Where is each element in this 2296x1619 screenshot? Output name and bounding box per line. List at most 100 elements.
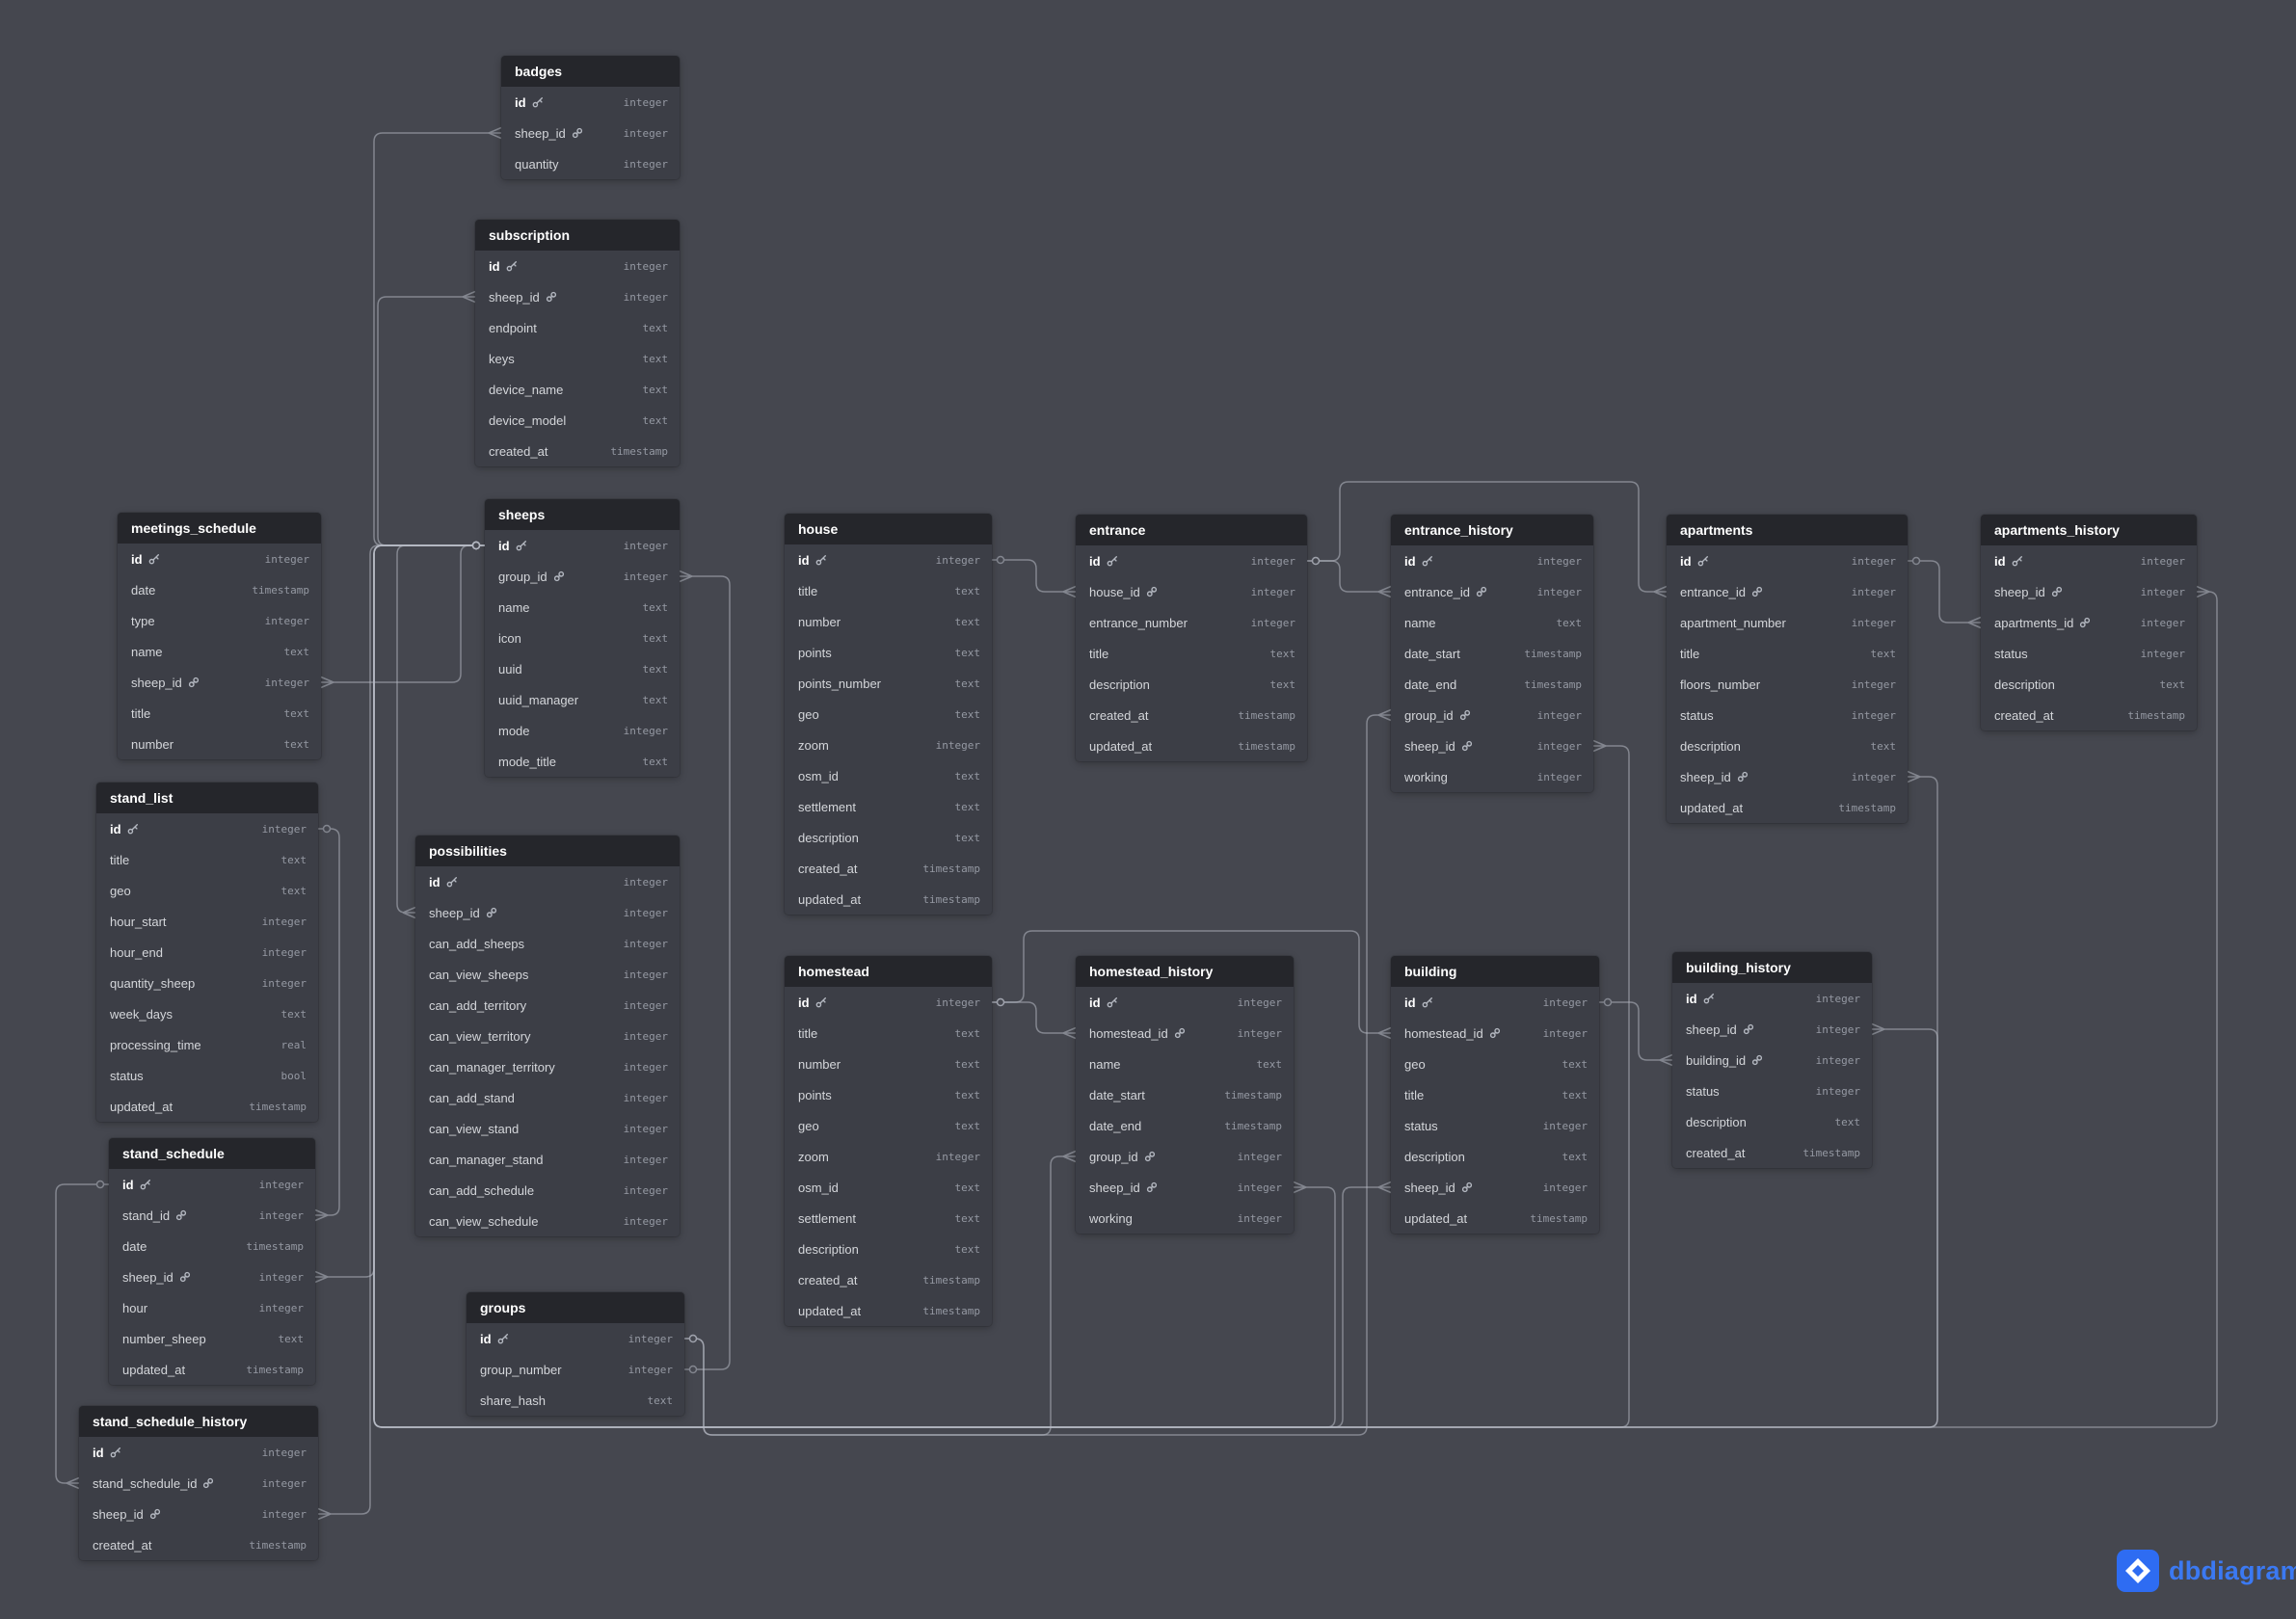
field-subscription-sheep-id[interactable]: sheep_idinteger: [475, 281, 680, 312]
table-header-badges[interactable]: badges: [501, 56, 680, 87]
rel-sheeps-id--meetings-schedule-sheep-id[interactable]: [321, 543, 485, 688]
field-stand-list-updated-at[interactable]: updated_attimestamp: [96, 1091, 318, 1122]
field-stand-list-week-days[interactable]: week_daystext: [96, 998, 318, 1029]
field-entrance-id[interactable]: idinteger: [1076, 545, 1307, 576]
field-homestead-history-date-end[interactable]: date_endtimestamp: [1076, 1110, 1294, 1141]
dbdiagram-logo[interactable]: dbdiagram.io: [2117, 1550, 2296, 1592]
field-sheeps-name[interactable]: nametext: [485, 592, 680, 623]
table-header-entrance[interactable]: entrance: [1076, 515, 1307, 545]
field-building-geo[interactable]: geotext: [1391, 1048, 1599, 1079]
table-header-subscription[interactable]: subscription: [475, 220, 680, 251]
field-stand-list-status[interactable]: statusbool: [96, 1060, 318, 1091]
table-header-building-history[interactable]: building_history: [1672, 952, 1872, 983]
field-apartments-history-apartments-id[interactable]: apartments_idinteger: [1981, 607, 2197, 638]
field-possibilities-id[interactable]: idinteger: [415, 866, 680, 897]
field-homestead-created-at[interactable]: created_attimestamp: [785, 1264, 992, 1295]
rel-house-id--entrance-house-id[interactable]: [992, 557, 1076, 597]
rel-stand-list-id--stand-schedule-stand-id[interactable]: [315, 826, 339, 1221]
field-entrance-history-sheep-id[interactable]: sheep_idinteger: [1391, 730, 1593, 761]
table-homestead-history[interactable]: homestead_historyidintegerhomestead_idin…: [1076, 956, 1294, 1234]
field-house-points[interactable]: pointstext: [785, 637, 992, 668]
table-stand-schedule[interactable]: stand_scheduleidintegerstand_idintegerda…: [109, 1138, 315, 1385]
field-subscription-created-at[interactable]: created_attimestamp: [475, 436, 680, 466]
field-building-history-sheep-id[interactable]: sheep_idinteger: [1672, 1014, 1872, 1045]
field-homestead-zoom[interactable]: zoominteger: [785, 1141, 992, 1172]
field-entrance-entrance-number[interactable]: entrance_numberinteger: [1076, 607, 1307, 638]
field-building-history-id[interactable]: idinteger: [1672, 983, 1872, 1014]
table-meetings-schedule[interactable]: meetings_scheduleidintegerdatetimestampt…: [118, 513, 321, 759]
field-stand-list-quantity-sheep[interactable]: quantity_sheepinteger: [96, 968, 318, 998]
field-possibilities-can-add-stand[interactable]: can_add_standinteger: [415, 1082, 680, 1113]
rel-entrance-id--entrance-history-entrance-id[interactable]: [1307, 558, 1391, 597]
field-possibilities-sheep-id[interactable]: sheep_idinteger: [415, 897, 680, 928]
field-entrance-history-working[interactable]: workinginteger: [1391, 761, 1593, 792]
rel-sheeps-id--subscription-sheep-id[interactable]: [378, 292, 485, 549]
table-header-house[interactable]: house: [785, 514, 992, 544]
field-house-title[interactable]: titletext: [785, 575, 992, 606]
field-entrance-history-group-id[interactable]: group_idinteger: [1391, 700, 1593, 730]
field-subscription-device-name[interactable]: device_nametext: [475, 374, 680, 405]
field-building-homestead-id[interactable]: homestead_idinteger: [1391, 1018, 1599, 1048]
field-apartments-sheep-id[interactable]: sheep_idinteger: [1667, 761, 1908, 792]
field-homestead-osm-id[interactable]: osm_idtext: [785, 1172, 992, 1203]
field-building-title[interactable]: titletext: [1391, 1079, 1599, 1110]
field-entrance-created-at[interactable]: created_attimestamp: [1076, 700, 1307, 730]
field-homestead-settlement[interactable]: settlementtext: [785, 1203, 992, 1234]
field-meetings-schedule-name[interactable]: nametext: [118, 636, 321, 667]
field-subscription-id[interactable]: idinteger: [475, 251, 680, 281]
field-stand-list-geo[interactable]: geotext: [96, 875, 318, 906]
field-sheeps-mode[interactable]: modeinteger: [485, 715, 680, 746]
field-house-geo[interactable]: geotext: [785, 699, 992, 730]
field-possibilities-can-manager-territory[interactable]: can_manager_territoryinteger: [415, 1051, 680, 1082]
field-apartments-updated-at[interactable]: updated_attimestamp: [1667, 792, 1908, 823]
field-possibilities-can-add-sheeps[interactable]: can_add_sheepsinteger: [415, 928, 680, 959]
field-entrance-history-date-start[interactable]: date_starttimestamp: [1391, 638, 1593, 669]
field-stand-schedule-number-sheep[interactable]: number_sheeptext: [109, 1323, 315, 1354]
rel-groups-group-number--sheeps-group-id[interactable]: [680, 571, 730, 1373]
field-apartments-apartment-number[interactable]: apartment_numberinteger: [1667, 607, 1908, 638]
field-homestead-history-name[interactable]: nametext: [1076, 1048, 1294, 1079]
field-homestead-updated-at[interactable]: updated_attimestamp: [785, 1295, 992, 1326]
field-homestead-points[interactable]: pointstext: [785, 1079, 992, 1110]
field-meetings-schedule-type[interactable]: typeinteger: [118, 605, 321, 636]
table-stand-list[interactable]: stand_listidintegertitletextgeotexthour_…: [96, 783, 318, 1122]
table-house[interactable]: houseidintegertitletextnumbertextpointst…: [785, 514, 992, 915]
field-homestead-id[interactable]: idinteger: [785, 987, 992, 1018]
table-header-homestead[interactable]: homestead: [785, 956, 992, 987]
field-stand-list-processing-time[interactable]: processing_timereal: [96, 1029, 318, 1060]
field-house-number[interactable]: numbertext: [785, 606, 992, 637]
field-apartments-history-description[interactable]: descriptiontext: [1981, 669, 2197, 700]
table-homestead[interactable]: homesteadidintegertitletextnumbertextpoi…: [785, 956, 992, 1326]
table-header-sheeps[interactable]: sheeps: [485, 499, 680, 530]
table-header-meetings-schedule[interactable]: meetings_schedule: [118, 513, 321, 544]
field-homestead-description[interactable]: descriptiontext: [785, 1234, 992, 1264]
field-house-id[interactable]: idinteger: [785, 544, 992, 575]
field-subscription-endpoint[interactable]: endpointtext: [475, 312, 680, 343]
field-stand-list-hour-end[interactable]: hour_endinteger: [96, 937, 318, 968]
field-possibilities-can-view-sheeps[interactable]: can_view_sheepsinteger: [415, 959, 680, 990]
field-meetings-schedule-id[interactable]: idinteger: [118, 544, 321, 574]
field-building-history-building-id[interactable]: building_idinteger: [1672, 1045, 1872, 1075]
field-apartments-floors-number[interactable]: floors_numberinteger: [1667, 669, 1908, 700]
rel-apartments-id--apartments-history-apartments-id[interactable]: [1908, 558, 1981, 628]
field-sheeps-mode-title[interactable]: mode_titletext: [485, 746, 680, 777]
field-stand-list-hour-start[interactable]: hour_startinteger: [96, 906, 318, 937]
field-house-osm-id[interactable]: osm_idtext: [785, 760, 992, 791]
field-building-history-description[interactable]: descriptiontext: [1672, 1106, 1872, 1137]
field-possibilities-can-add-schedule[interactable]: can_add_scheduleinteger: [415, 1175, 680, 1206]
field-stand-schedule-history-sheep-id[interactable]: sheep_idinteger: [79, 1499, 318, 1529]
table-apartments[interactable]: apartmentsidintegerentrance_idintegerapa…: [1667, 515, 1908, 823]
field-apartments-title[interactable]: titletext: [1667, 638, 1908, 669]
field-building-status[interactable]: statusinteger: [1391, 1110, 1599, 1141]
field-subscription-device-model[interactable]: device_modeltext: [475, 405, 680, 436]
field-subscription-keys[interactable]: keystext: [475, 343, 680, 374]
table-stand-schedule-history[interactable]: stand_schedule_historyidintegerstand_sch…: [79, 1406, 318, 1560]
field-possibilities-can-manager-stand[interactable]: can_manager_standinteger: [415, 1144, 680, 1175]
table-subscription[interactable]: subscriptionidintegersheep_idintegerendp…: [475, 220, 680, 466]
field-house-description[interactable]: descriptiontext: [785, 822, 992, 853]
field-entrance-history-date-end[interactable]: date_endtimestamp: [1391, 669, 1593, 700]
field-entrance-updated-at[interactable]: updated_attimestamp: [1076, 730, 1307, 761]
table-header-groups[interactable]: groups: [467, 1292, 684, 1323]
field-meetings-schedule-title[interactable]: titletext: [118, 698, 321, 729]
field-homestead-number[interactable]: numbertext: [785, 1048, 992, 1079]
